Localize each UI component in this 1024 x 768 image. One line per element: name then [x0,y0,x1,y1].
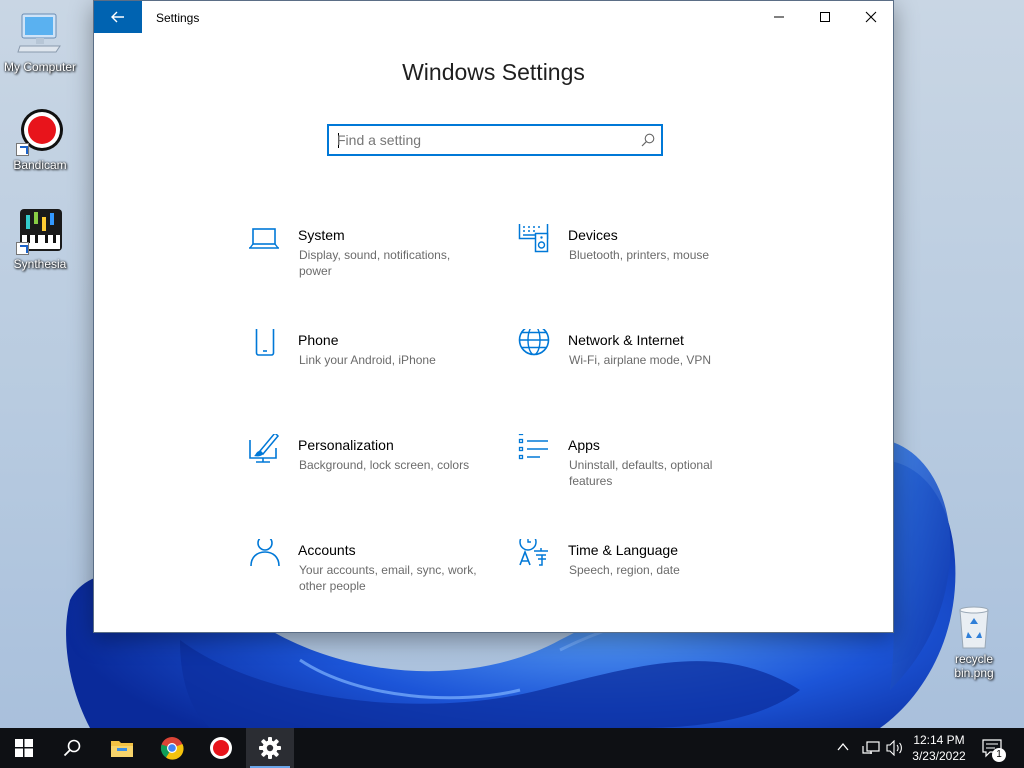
tile-description: Bluetooth, printers, mouse [569,248,710,262]
search-icon[interactable] [641,133,655,147]
start-button[interactable] [0,728,48,768]
desktop-icon-label: Bandicam [13,158,67,172]
person-icon [250,539,280,567]
taskbar-file-explorer[interactable] [98,728,146,768]
tile-description: Wi-Fi, airplane mode, VPN [569,353,712,367]
taskbar-search-button[interactable] [48,728,96,768]
maximize-button[interactable] [802,1,848,33]
tile-name: System [298,227,345,243]
keyboard-speaker-icon [518,224,549,253]
clock-date: 3/23/2022 [912,749,966,763]
search-input[interactable] [337,130,627,150]
search-box[interactable] [327,124,663,156]
maximize-icon [820,12,830,22]
taskbar-settings[interactable] [246,728,294,768]
tile-description: Uninstall, defaults, optional features [569,458,713,488]
tile-description: Your accounts, email, sync, work, other … [299,563,477,593]
tray-overflow-button[interactable] [836,740,850,759]
clock-time: 12:14 PM [913,733,965,747]
back-button[interactable] [94,1,142,33]
time-language-icon [519,539,548,566]
tray-volume[interactable] [886,739,904,761]
record-icon [16,108,64,156]
tile-apps[interactable]: Apps Uninstall, defaults, optional featu… [518,434,768,504]
recycle-bin-icon [950,602,998,650]
laptop-icon [249,228,279,249]
close-icon [865,11,877,23]
minimize-button[interactable] [756,1,802,33]
tile-time-language[interactable]: Time & Language Speech, region, date [518,539,768,609]
tile-name: Accounts [298,542,356,558]
tile-description: Background, lock screen, colors [299,458,470,472]
tile-personalization[interactable]: Personalization Background, lock screen,… [248,434,498,504]
back-arrow-icon [111,11,124,23]
desktop-icon-label: Synthesia [13,257,67,271]
piano-icon [16,207,64,255]
apps-list-icon [518,434,548,460]
settings-gear-icon [259,737,281,759]
tile-phone[interactable]: Phone Link your Android, iPhone [248,329,498,399]
tile-name: Phone [298,332,339,348]
taskbar: 12:14 PM 3/23/2022 1 [0,728,1024,768]
page-title: Windows Settings [402,59,585,85]
tile-network-internet[interactable]: Network & Internet Wi-Fi, airplane mode,… [518,329,768,399]
desktop-icon-recycle-bin[interactable]: recycle bin.png [934,602,1014,680]
desktop-icon-my-computer[interactable]: My Computer [0,10,80,74]
notification-count-badge: 1 [992,748,1006,762]
clock[interactable]: 12:14 PM 3/23/2022 [906,732,972,764]
desktop-icon-label: recycle bin.png [954,652,994,680]
tile-system[interactable]: System Display, sound, notifications, po… [248,224,498,294]
paint-brush-icon [249,434,280,463]
chrome-icon [160,737,184,760]
chevron-up-icon [837,742,849,751]
desktop-icon-bandicam[interactable]: Bandicam [0,108,80,172]
tile-accounts[interactable]: Accounts Your accounts, email, sync, wor… [248,539,498,609]
tray-network[interactable] [862,740,880,761]
taskbar-chrome[interactable] [148,728,196,768]
search-icon [63,739,81,757]
network-icon [862,741,880,754]
globe-icon [518,329,550,356]
start-icon [15,739,33,757]
shortcut-arrow-icon [16,242,29,255]
tile-description: Display, sound, notifications, power [299,248,451,278]
tile-name: Devices [568,227,618,243]
tile-name: Time & Language [568,542,678,558]
tile-description: Speech, region, date [569,563,680,577]
window-title: Settings [156,11,200,25]
tile-description: Link your Android, iPhone [299,353,436,367]
desktop-icon-synthesia[interactable]: Synthesia [0,207,80,271]
bandicam-icon [210,737,232,759]
volume-icon [886,739,902,757]
tile-name: Network & Internet [568,332,684,348]
title-bar[interactable]: Settings [94,1,893,33]
tile-name: Apps [568,437,600,453]
tile-devices[interactable]: Devices Bluetooth, printers, mouse [518,224,768,294]
action-center-button[interactable]: 1 [980,736,1008,762]
phone-icon [255,329,275,356]
settings-window: Settings Windows Settings System Display… [93,0,894,633]
shortcut-arrow-icon [16,143,29,156]
file-explorer-icon [111,741,133,757]
tile-name: Personalization [298,437,394,453]
computer-icon [16,10,64,58]
close-button[interactable] [848,1,894,33]
desktop-icon-label: My Computer [3,60,77,74]
minimize-icon [774,16,784,18]
taskbar-bandicam[interactable] [197,728,245,768]
